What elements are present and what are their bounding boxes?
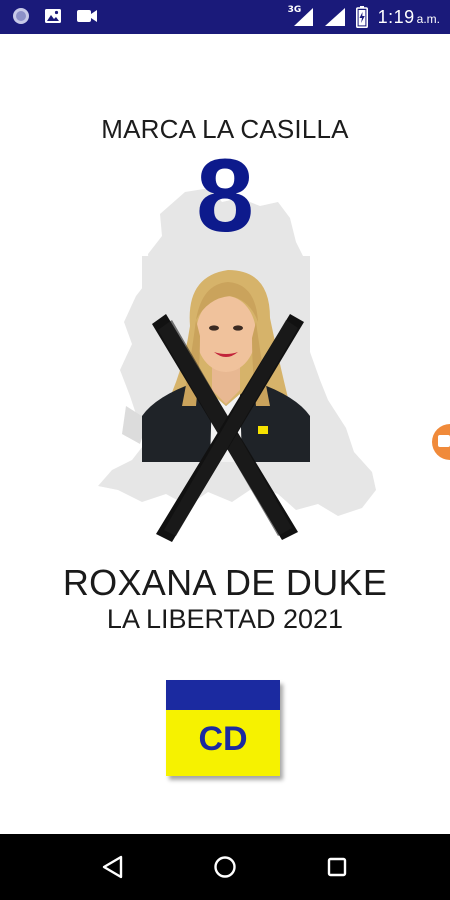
clock-time: 1:19 [377,6,415,27]
ballot-number: 8 [196,138,254,254]
poster-content: MARCA LA CASILLA 8 ROXANA DE DUKE LA LIB… [0,34,450,834]
navigation-bar [0,834,450,900]
x-vote-mark [152,314,304,542]
home-icon[interactable] [209,851,241,883]
back-icon[interactable] [97,851,129,883]
battery-icon [355,6,368,28]
recent-apps-icon[interactable] [321,851,353,883]
image-icon [45,9,61,23]
video-bubble-icon[interactable] [432,424,450,460]
clock-ampm: a.m. [416,12,440,26]
bubble-glyph [438,435,450,447]
video-camera-icon [77,10,97,22]
cellular-signal-icon: 3G [288,5,314,27]
party-logo-text: CD [198,720,248,758]
system-icons: 3G 1:19 a.m. [288,5,440,28]
party-logo: CD [166,680,280,776]
notification-icons [12,7,98,25]
candidate-region-year: LA LIBERTAD 2021 [106,604,344,634]
party-logo-blue-band [166,680,280,710]
candidate-name: ROXANA DE DUKE [62,562,388,603]
wifi-signal-icon [324,8,345,26]
status-bar: 3G 1:19 a.m. [0,0,450,34]
circle-app-icon [13,8,29,24]
